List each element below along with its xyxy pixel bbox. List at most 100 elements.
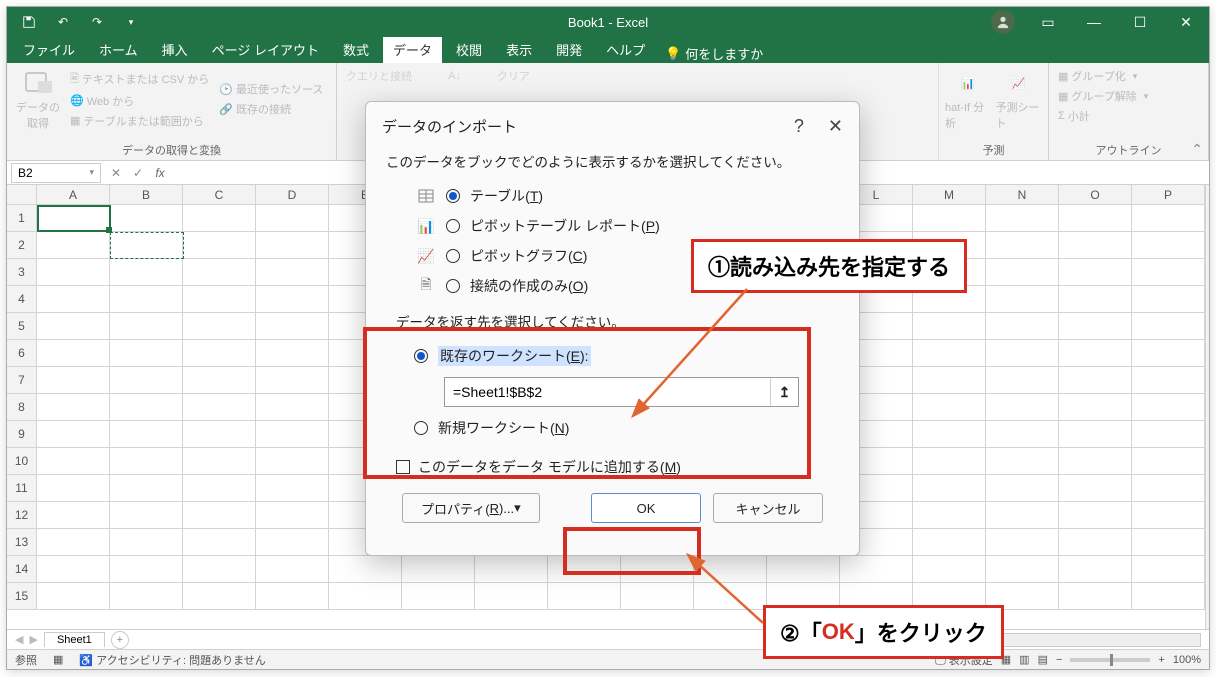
zoom-in-button[interactable]: +: [1158, 654, 1164, 666]
row-headers[interactable]: 123456789101112131415: [7, 205, 37, 629]
cell[interactable]: [986, 205, 1059, 232]
ribbon-options-icon[interactable]: ▭: [1025, 7, 1071, 37]
cell[interactable]: [256, 313, 329, 340]
cell[interactable]: [402, 556, 475, 583]
cell[interactable]: [256, 340, 329, 367]
cell[interactable]: [986, 367, 1059, 394]
cell[interactable]: [37, 448, 110, 475]
cell[interactable]: [329, 583, 402, 610]
qat-dropdown-icon[interactable]: ▾: [119, 10, 143, 34]
tab-formulas[interactable]: 数式: [333, 36, 379, 63]
cell[interactable]: [1059, 340, 1132, 367]
option-table[interactable]: テーブル(T): [386, 181, 839, 211]
properties-button[interactable]: プロパティ(R)... ▾: [402, 493, 540, 523]
cell[interactable]: [1132, 556, 1205, 583]
cell[interactable]: [1059, 529, 1132, 556]
cell[interactable]: [1132, 286, 1205, 313]
cancel-button[interactable]: キャンセル: [713, 493, 823, 523]
cell[interactable]: [1132, 205, 1205, 232]
cell[interactable]: [256, 286, 329, 313]
row-header[interactable]: 4: [7, 286, 37, 313]
tab-home[interactable]: ホーム: [89, 36, 148, 63]
cell[interactable]: [256, 448, 329, 475]
cell[interactable]: [986, 502, 1059, 529]
cell[interactable]: [110, 421, 183, 448]
cell[interactable]: [1059, 232, 1132, 259]
cell[interactable]: [183, 367, 256, 394]
cell[interactable]: [1059, 259, 1132, 286]
row-header[interactable]: 13: [7, 529, 37, 556]
cell[interactable]: [256, 394, 329, 421]
cell[interactable]: [183, 394, 256, 421]
cell[interactable]: [1059, 583, 1132, 610]
cell[interactable]: [1059, 502, 1132, 529]
undo-icon[interactable]: ↶: [51, 10, 75, 34]
cell[interactable]: [110, 340, 183, 367]
row-header[interactable]: 9: [7, 421, 37, 448]
close-button[interactable]: ✕: [1163, 7, 1209, 37]
cell[interactable]: [37, 529, 110, 556]
sheet-nav-next-icon[interactable]: ▶: [29, 633, 37, 646]
row-header[interactable]: 3: [7, 259, 37, 286]
row-header[interactable]: 7: [7, 367, 37, 394]
add-sheet-button[interactable]: +: [111, 631, 129, 649]
cell[interactable]: [1132, 502, 1205, 529]
tab-view[interactable]: 表示: [496, 36, 542, 63]
cell[interactable]: [1059, 394, 1132, 421]
cell[interactable]: [183, 583, 256, 610]
tab-insert[interactable]: 挿入: [152, 36, 198, 63]
cell[interactable]: [986, 394, 1059, 421]
cell[interactable]: [110, 556, 183, 583]
cell[interactable]: [110, 232, 183, 259]
cell[interactable]: [183, 313, 256, 340]
cell[interactable]: [110, 367, 183, 394]
tab-file[interactable]: ファイル: [13, 36, 85, 63]
cell[interactable]: [183, 475, 256, 502]
cell[interactable]: [986, 313, 1059, 340]
row-header[interactable]: 11: [7, 475, 37, 502]
cell[interactable]: [1059, 421, 1132, 448]
tell-me-search[interactable]: 💡 何をしますか: [665, 44, 763, 63]
cell[interactable]: [183, 232, 256, 259]
cell[interactable]: [110, 583, 183, 610]
redo-icon[interactable]: ↷: [85, 10, 109, 34]
col-header[interactable]: C: [183, 185, 256, 205]
cell[interactable]: [986, 232, 1059, 259]
namebox-dropdown-icon[interactable]: ▾: [89, 167, 94, 178]
cell[interactable]: [475, 583, 548, 610]
cell[interactable]: [694, 556, 767, 583]
cell[interactable]: [1059, 205, 1132, 232]
cell[interactable]: [110, 205, 183, 232]
cell[interactable]: [256, 583, 329, 610]
cell[interactable]: [256, 556, 329, 583]
account-avatar-icon[interactable]: [991, 10, 1015, 34]
cell[interactable]: [913, 448, 986, 475]
tab-layout[interactable]: ページ レイアウト: [202, 36, 329, 63]
cell[interactable]: [37, 394, 110, 421]
dialog-help-icon[interactable]: ?: [794, 116, 804, 137]
col-header[interactable]: O: [1059, 185, 1132, 205]
cell[interactable]: [1132, 583, 1205, 610]
horizontal-scrollbar[interactable]: [1001, 633, 1201, 647]
cell[interactable]: [37, 367, 110, 394]
cell[interactable]: [110, 394, 183, 421]
cell[interactable]: [256, 259, 329, 286]
cell[interactable]: [986, 340, 1059, 367]
cell[interactable]: [1132, 394, 1205, 421]
cell[interactable]: [913, 475, 986, 502]
accessibility-status[interactable]: ♿ アクセシビリティ: 問題ありません: [79, 652, 265, 668]
col-header[interactable]: N: [986, 185, 1059, 205]
cell[interactable]: [37, 286, 110, 313]
col-header[interactable]: P: [1132, 185, 1205, 205]
row-header[interactable]: 5: [7, 313, 37, 340]
cell[interactable]: [694, 583, 767, 610]
cell[interactable]: [986, 448, 1059, 475]
cell[interactable]: [183, 421, 256, 448]
cell[interactable]: [110, 286, 183, 313]
cell[interactable]: [256, 205, 329, 232]
insert-function-icon[interactable]: fx: [149, 166, 171, 180]
cell[interactable]: [329, 556, 402, 583]
sheet-tab[interactable]: Sheet1: [44, 632, 105, 647]
dialog-close-icon[interactable]: ✕: [828, 116, 843, 137]
minimize-button[interactable]: ―: [1071, 7, 1117, 37]
